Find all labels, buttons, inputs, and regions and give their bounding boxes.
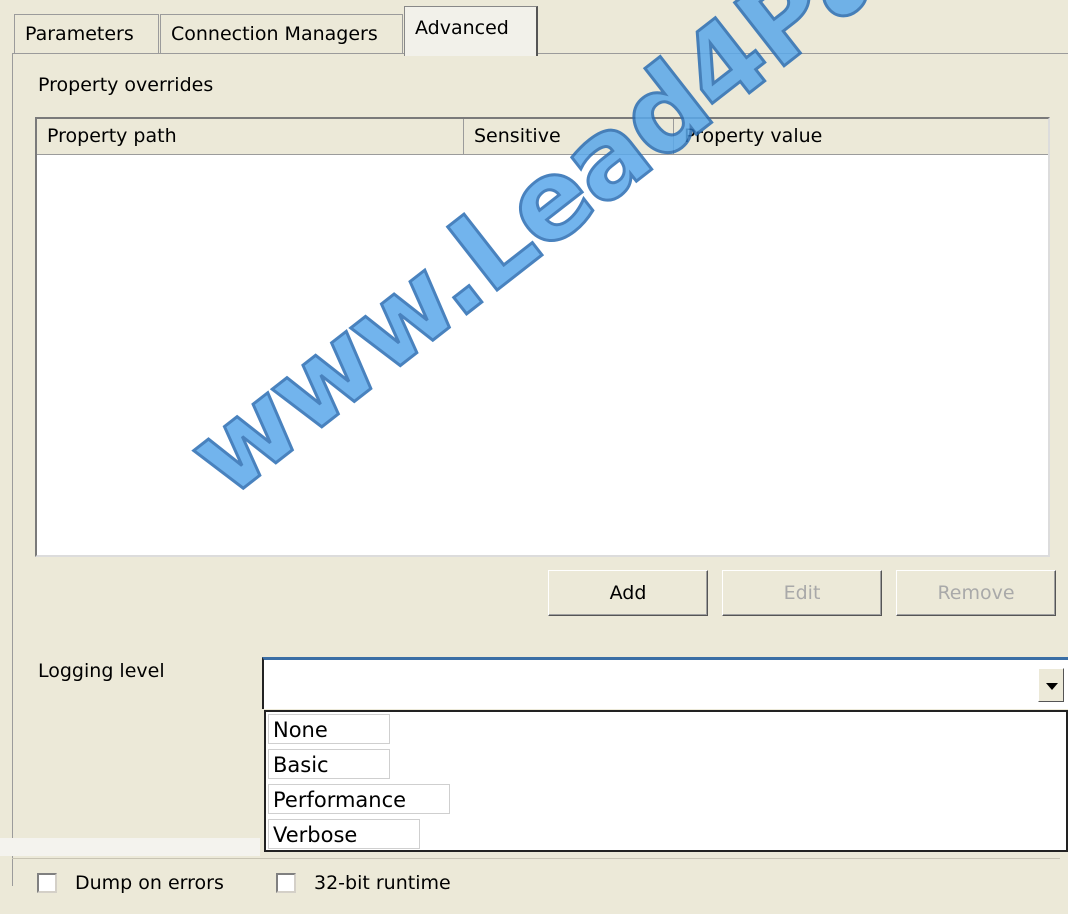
logging-option-basic[interactable]: Basic: [268, 749, 390, 779]
column-header-sensitive[interactable]: Sensitive: [464, 119, 674, 154]
logging-option-performance[interactable]: Performance: [268, 784, 450, 814]
logging-option-verbose[interactable]: Verbose: [268, 819, 420, 849]
32-bit-runtime-checkbox[interactable]: [276, 873, 296, 893]
column-header-property-path[interactable]: Property path: [37, 119, 464, 154]
logging-level-select[interactable]: [262, 657, 1068, 709]
dropdown-arrow-icon[interactable]: [1038, 668, 1064, 702]
property-overrides-grid[interactable]: Property path Sensitive Property value: [35, 117, 1050, 557]
dump-on-errors-label: Dump on errors: [75, 872, 224, 894]
logging-level-label: Logging level: [38, 660, 165, 682]
add-button[interactable]: Add: [548, 570, 708, 616]
column-header-property-value[interactable]: Property value: [674, 119, 1050, 154]
property-overrides-label: Property overrides: [38, 74, 214, 96]
bottom-divider: [12, 858, 1060, 859]
tab-parameters[interactable]: Parameters: [14, 14, 159, 54]
32-bit-runtime-label: 32-bit runtime: [314, 872, 451, 894]
logging-level-dropdown-list[interactable]: None Basic Performance Verbose: [264, 710, 1068, 852]
tab-advanced[interactable]: Advanced: [404, 6, 538, 56]
remove-button[interactable]: Remove: [896, 570, 1056, 616]
tab-connection-managers[interactable]: Connection Managers: [160, 14, 403, 54]
dump-on-errors-checkbox[interactable]: [37, 873, 57, 893]
grid-header: Property path Sensitive Property value: [37, 119, 1048, 155]
edit-button[interactable]: Edit: [722, 570, 882, 616]
horizontal-scrollbar[interactable]: [0, 838, 260, 856]
logging-option-none[interactable]: None: [268, 714, 390, 744]
